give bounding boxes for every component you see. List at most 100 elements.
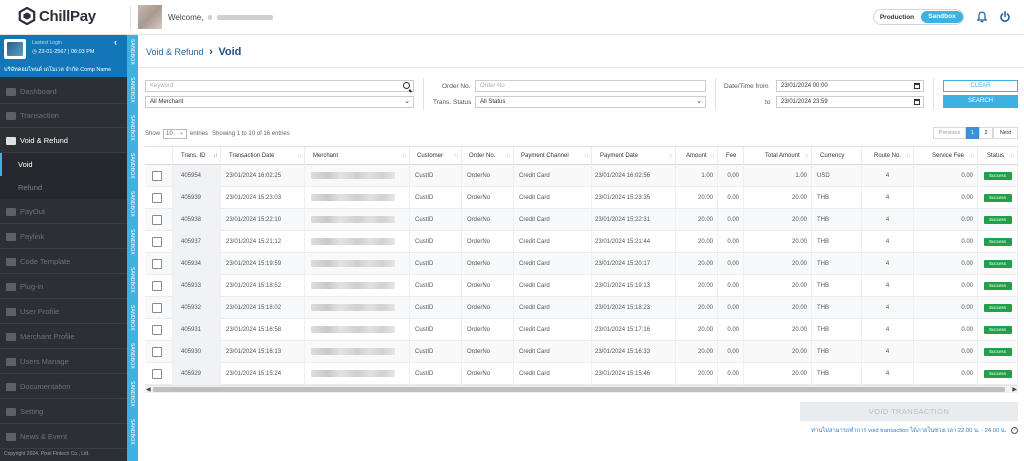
scroll-left-icon[interactable]: ◀ [146,386,151,394]
cell-fee: 0.00 [718,231,744,253]
column-header-route-no[interactable]: Route No. ↑↓ [862,147,914,166]
table-row[interactable]: 405932 23/01/2024 15:18:02 CustID OrderNo Cr… [145,297,1018,319]
sidebar-item-label: Documentation [20,382,71,391]
sandbox-label: SANDBOX [129,229,135,255]
table-row[interactable]: 405931 23/01/2024 15:16:58 CustID OrderNo Cr… [145,319,1018,341]
pagination-previous[interactable]: Previous [933,127,966,139]
sort-icon[interactable]: ↑↓ [584,147,589,166]
pagination-page-2[interactable]: 2 [979,127,993,139]
sidebar-item-setting[interactable]: Setting [0,400,127,424]
table-row[interactable]: 405934 23/01/2024 15:19:59 CustID OrderNo Cr… [145,253,1018,275]
table-row[interactable]: 405930 23/01/2024 15:16:13 CustID OrderNo Cr… [145,341,1018,363]
bell-icon[interactable] [976,11,988,23]
sort-icon[interactable]: ↑↓ [506,147,511,166]
chillpay-logo[interactable]: ChillPay [18,7,96,25]
sidebar-collapse-icon[interactable]: ‹ [114,37,117,47]
table-row[interactable]: 405938 23/01/2024 15:22:10 CustID OrderNo Cr… [145,209,1018,231]
column-header-trans-id[interactable]: Trans. ID ↓↑ [173,147,221,166]
column-header-service-fee[interactable]: Service Fee ↑↓ [914,147,978,166]
environment-toggle[interactable]: Production Sandbox [873,9,964,25]
column-header-currency[interactable]: Currency [812,147,862,166]
cell-id: 405937 [173,231,221,253]
scroll-right-icon[interactable]: ▶ [1012,386,1017,394]
table-row[interactable]: 405929 23/01/2024 15:15:24 CustID OrderNo Cr… [145,363,1018,385]
clear-button[interactable]: CLEAR [943,80,1018,92]
row-checkbox[interactable] [152,237,162,247]
sort-icon[interactable]: ↑↓ [297,147,302,166]
column-header-payment-channel[interactable]: Payment Channel ↑↓ [514,147,592,166]
column-header-amount[interactable]: Amount ↑↓ [676,147,718,166]
sidebar-item-documentation[interactable]: Documentation [0,375,127,399]
env-production-option[interactable]: Production [874,14,920,21]
sidebar-subitem-void[interactable]: Void [0,153,127,176]
sidebar-item-plugin[interactable]: Plug-in [0,275,127,299]
pagination-next[interactable]: Next [993,127,1018,139]
sort-icon[interactable]: ↑↓ [710,147,715,166]
table-row[interactable]: 405937 23/01/2024 15:21:12 CustID OrderNo Cr… [145,231,1018,253]
cell-order: OrderNo [462,165,514,187]
column-header-customer[interactable]: Customer ↑↓ [410,147,462,166]
row-checkbox[interactable] [152,215,162,225]
row-checkbox[interactable] [152,369,162,379]
search-icon[interactable] [403,82,410,89]
sidebar-item-code-template[interactable]: Code Template [0,250,127,274]
sidebar-item-transaction[interactable]: Transaction [0,104,127,128]
calendar-icon[interactable] [914,99,920,105]
table-row[interactable]: 405933 23/01/2024 15:18:52 CustID OrderNo Cr… [145,275,1018,297]
column-header-status[interactable]: Status ↑↓ [978,147,1018,166]
column-header-payment-date[interactable]: Payment Date ↑↓ [592,147,676,166]
welcome-label: Welcome, [168,13,204,22]
sort-icon[interactable]: ↑↓ [668,147,673,166]
help-icon[interactable]: ? [1011,426,1018,434]
merchant-select[interactable]: All Merchant ⌄ [145,96,414,108]
power-icon[interactable] [999,11,1011,23]
sort-icon[interactable]: ↑↓ [906,147,911,166]
horizontal-scrollbar[interactable]: ◀ ▶ [145,385,1018,393]
column-header-merchant[interactable]: Merchant ↑↓ [305,147,410,166]
column-header-transaction-date[interactable]: Transaction Date ↑↓ [221,147,305,166]
row-checkbox[interactable] [152,171,162,181]
sort-icon[interactable]: ↑↓ [970,147,975,166]
row-checkbox[interactable] [152,303,162,313]
page-size-select[interactable]: 10 ⌄ [163,129,188,139]
row-checkbox[interactable] [152,325,162,335]
sort-icon[interactable]: ↑↓ [454,147,459,166]
trans-status-select[interactable]: All Status ⌄ [475,96,706,108]
sidebar-item-dashboard[interactable]: Dashboard [0,80,127,104]
sort-icon[interactable]: ↑↓ [804,147,809,166]
company-name: บริษัทคอมไพนด์ เดโมเวล จำกัด Comp Name [4,67,112,73]
sidebar-item-paylink[interactable]: Paylink [0,225,127,249]
sort-icon[interactable]: ↑↓ [402,147,407,166]
sidebar-item-payout[interactable]: PayOut [0,200,127,224]
table-row[interactable]: 405939 23/01/2024 15:23:03 CustID OrderNo Cr… [145,187,1018,209]
keyword-input[interactable]: Keyword [145,80,414,92]
search-button[interactable]: SEARCH [943,95,1018,108]
void-transaction-button[interactable]: VOID TRANSACTION [800,402,1018,421]
row-checkbox[interactable] [152,347,162,357]
cell-currency: THB [812,275,862,297]
sidebar-subitem-refund[interactable]: Refund [0,176,127,199]
column-header-total-amount[interactable]: Total Amount ↑↓ [744,147,812,166]
row-checkbox[interactable] [152,193,162,203]
order-no-input[interactable]: Order No [475,80,706,92]
sidebar-item-user-profile[interactable]: User Profile [0,300,127,324]
table-row[interactable]: 405954 23/01/2024 16:02:25 CustID OrderNo Cr… [145,165,1018,187]
sidebar-item-void-refund[interactable]: Void & Refund [0,129,127,153]
calendar-icon[interactable] [914,83,920,89]
scrollbar-thumb[interactable] [153,387,1005,392]
sort-icon[interactable]: ↑↓ [1010,147,1015,166]
column-header-fee[interactable]: Fee [718,147,744,166]
sidebar-item-news-event[interactable]: News & Event [0,425,127,449]
sidebar-item-merchant-profile[interactable]: Merchant Profile [0,325,127,349]
row-checkbox[interactable] [152,281,162,291]
env-sandbox-option[interactable]: Sandbox [921,11,963,23]
row-checkbox[interactable] [152,259,162,269]
sort-desc-icon[interactable]: ↓↑ [213,147,218,166]
sidebar-item-users-manage[interactable]: Users Manage [0,350,127,374]
date-to-input[interactable]: 23/01/2024 23:59 [776,96,924,108]
date-from-input[interactable]: 23/01/2024 00:00 [776,80,924,92]
breadcrumb-parent[interactable]: Void & Refund [146,47,204,57]
pagination-page-1[interactable]: 1 [966,127,979,139]
avatar[interactable] [138,5,162,29]
column-header-order-no[interactable]: Order No. ↑↓ [462,147,514,166]
